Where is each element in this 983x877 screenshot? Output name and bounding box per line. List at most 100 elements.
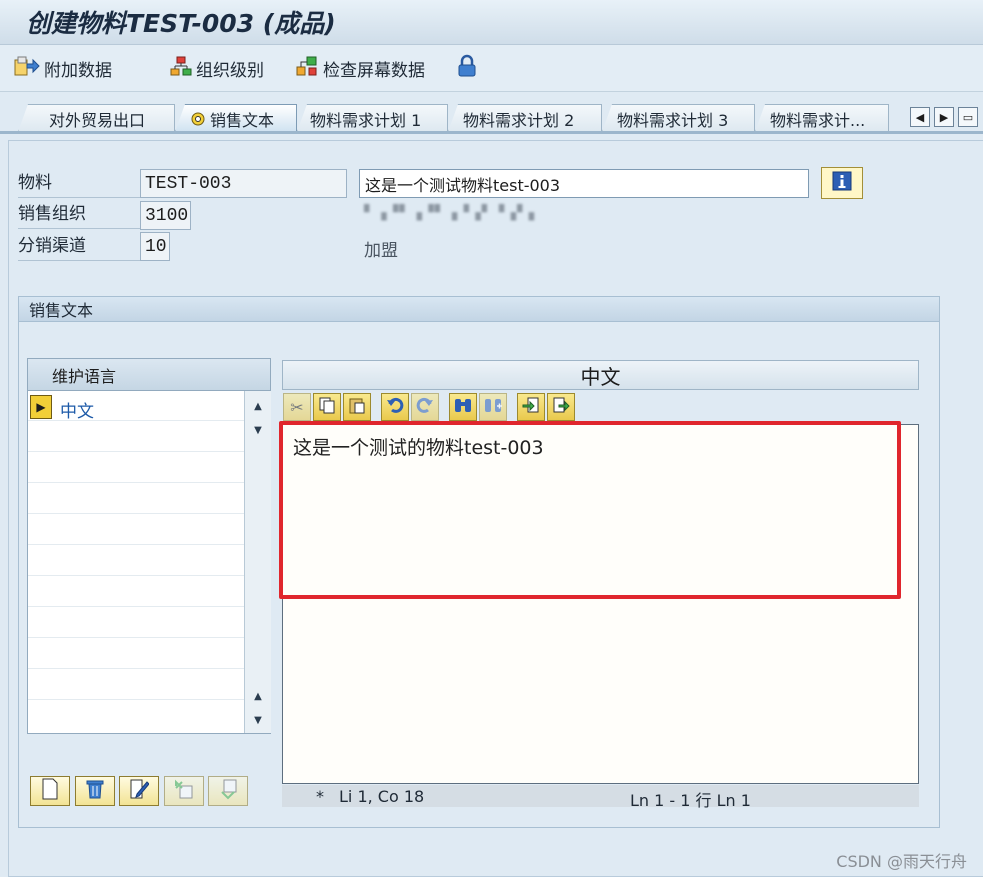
find-next-button[interactable] — [479, 393, 507, 421]
additional-data-button[interactable]: 附加数据 — [14, 55, 112, 81]
check-screen-data-label: 检查屏幕数据 — [323, 60, 425, 81]
scissors-icon: ✂ — [290, 397, 304, 417]
arrow-right-icon: ▶ — [939, 110, 949, 124]
export-button[interactable] — [547, 393, 575, 421]
move-up-button[interactable] — [164, 776, 204, 806]
language-table: 维护语言 ▶ 中文 ▲ ▼ ▲ ▼ — [27, 358, 271, 734]
language-row[interactable]: ▶ 中文 — [28, 391, 244, 422]
scroll-up-icon[interactable]: ▲ — [247, 395, 269, 417]
table-row — [28, 608, 244, 638]
tab-label: 物料需求计划 2 — [463, 110, 575, 130]
tab-label: 销售文本 — [210, 110, 275, 130]
redo-button[interactable] — [411, 393, 439, 421]
import-button[interactable] — [517, 393, 545, 421]
tab-sales-text[interactable]: 销售文本 — [175, 104, 297, 132]
export-icon — [552, 396, 570, 418]
tab-mrp-1[interactable]: 物料需求计划 1 — [297, 104, 448, 132]
scroll-up-icon[interactable]: ▲ — [247, 685, 269, 707]
tab-label: 对外贸易出口 — [49, 110, 146, 130]
distribution-channel-description: 加盟 — [364, 241, 398, 261]
import-icon — [522, 396, 540, 418]
new-entry-button[interactable] — [30, 776, 70, 806]
cursor-position: Li 1, Co 18 — [339, 787, 425, 806]
lock-icon — [456, 54, 478, 83]
edit-pencil-icon — [129, 778, 150, 804]
tab-strip: 对外贸易出口 销售文本 物料需求计划 1 物料需求计划 2 物料需求计划 3 物… — [0, 100, 983, 134]
material-label: 物料 — [18, 170, 140, 198]
row-selector-marker[interactable]: ▶ — [30, 395, 52, 419]
table-row — [28, 515, 244, 545]
check-screen-data-button[interactable]: 检查屏幕数据 — [295, 55, 425, 81]
trash-icon — [85, 778, 105, 804]
info-icon — [832, 171, 852, 195]
copy-icon — [318, 396, 336, 418]
paste-icon — [348, 396, 366, 418]
copy-button[interactable] — [313, 393, 341, 421]
table-row — [28, 546, 244, 576]
check-structure-icon — [295, 55, 319, 82]
scroll-down-icon[interactable]: ▼ — [247, 709, 269, 731]
org-levels-button[interactable]: 组织级别 — [170, 55, 264, 81]
move-down-button[interactable] — [208, 776, 248, 806]
gear-icon — [190, 111, 206, 127]
application-toolbar: 附加数据 组织级别 检查屏幕数据 — [0, 45, 983, 92]
material-description-field[interactable]: 这是一个测试物料test-003 — [359, 169, 809, 198]
tab-list-icon: ▭ — [962, 110, 974, 124]
modified-flag: * — [316, 787, 324, 806]
additional-data-label: 附加数据 — [44, 60, 112, 81]
language-row-label[interactable]: 中文 — [60, 397, 94, 422]
tab-scroll-left-button[interactable]: ◀ — [910, 107, 930, 127]
table-row — [28, 422, 244, 452]
sales-org-label: 销售组织 — [18, 201, 140, 229]
table-row — [28, 670, 244, 700]
tab-mrp-2[interactable]: 物料需求计划 2 — [448, 104, 602, 132]
paste-button[interactable] — [343, 393, 371, 421]
tab-mrp-3[interactable]: 物料需求计划 3 — [602, 104, 755, 132]
sales-text-group-title: 销售文本 — [18, 296, 940, 322]
distribution-channel-field[interactable]: 10 — [140, 232, 170, 261]
language-table-header: 维护语言 — [28, 359, 270, 391]
table-row — [28, 639, 244, 669]
tab-label: 物料需求计划 3 — [617, 110, 729, 130]
arrow-down-icon — [218, 778, 238, 804]
tab-scroll-right-button[interactable]: ▶ — [934, 107, 954, 127]
cut-button[interactable]: ✂ — [283, 393, 311, 421]
material-field[interactable]: TEST-003 — [140, 169, 347, 198]
tab-mrp-4[interactable]: 物料需求计... — [755, 104, 889, 132]
sales-org-description-redacted: ▘▗▝▘▗▝▘▗▝▗▘▝▗▘▖ — [364, 205, 541, 221]
distribution-channel-label: 分销渠道 — [18, 233, 140, 261]
edit-button[interactable] — [119, 776, 159, 806]
redo-icon — [416, 396, 434, 418]
tab-underline — [0, 131, 983, 134]
new-document-icon — [41, 778, 59, 804]
binoculars-icon — [453, 396, 473, 418]
tab-list-button[interactable]: ▭ — [958, 107, 978, 127]
undo-icon — [386, 396, 404, 418]
group-title-text: 销售文本 — [29, 301, 94, 320]
delete-button[interactable] — [75, 776, 115, 806]
tab-label: 物料需求计划 1 — [310, 110, 422, 130]
editor-language-header: 中文 — [282, 360, 919, 390]
sales-org-field[interactable]: 3100 — [140, 201, 191, 230]
lock-button[interactable] — [456, 54, 482, 83]
play-arrow-icon: ▶ — [36, 400, 46, 414]
editor-language-label: 中文 — [580, 364, 621, 389]
tab-foreign-trade-export[interactable]: 对外贸易出口 — [18, 104, 175, 132]
info-button[interactable] — [821, 167, 863, 199]
line-count: Ln 1 - 1 行 Ln 1 — [630, 791, 751, 810]
red-highlight-box — [279, 421, 901, 599]
scroll-down-icon[interactable]: ▼ — [247, 419, 269, 441]
find-button[interactable] — [449, 393, 477, 421]
hierarchy-icon — [170, 55, 192, 82]
arrow-left-icon: ◀ — [915, 110, 925, 124]
document-export-icon — [14, 55, 40, 82]
watermark: CSDN @雨天行舟 — [836, 852, 967, 871]
language-table-scrollbar[interactable]: ▲ ▼ ▲ ▼ — [244, 391, 271, 733]
editor-status-bar: * Li 1, Co 18 Ln 1 - 1 行 Ln 1 — [282, 785, 919, 810]
title-bar: 创建物料TEST-003 (成品) — [0, 0, 983, 45]
undo-button[interactable] — [381, 393, 409, 421]
org-levels-label: 组织级别 — [196, 60, 264, 81]
window-title: 创建物料TEST-003 (成品) — [26, 9, 336, 38]
arrow-up-icon — [174, 778, 194, 804]
table-row — [28, 484, 244, 514]
